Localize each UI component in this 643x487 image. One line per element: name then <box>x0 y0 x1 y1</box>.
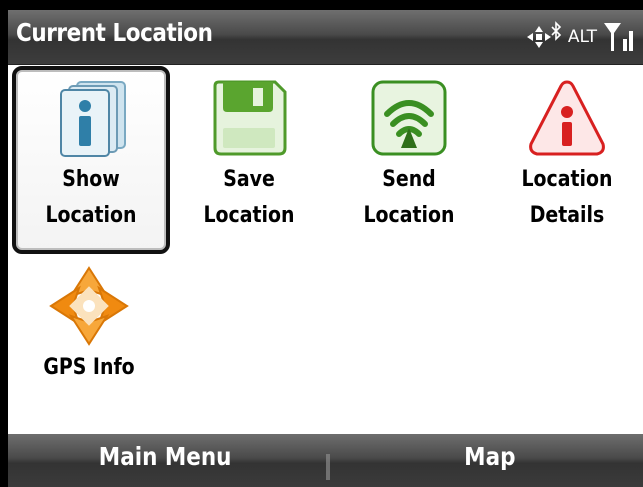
main-menu-softkey[interactable]: Main Menu <box>99 442 232 471</box>
location-actions-grid: Show Location Save Location Send Locatio… <box>8 64 643 434</box>
info-pages-icon <box>60 81 126 157</box>
broadcast-icon <box>371 80 447 156</box>
show-location-tile[interactable]: Show Location <box>12 66 170 254</box>
floppy-disk-icon <box>213 80 287 156</box>
page-title: Current Location <box>16 18 213 47</box>
signal-strength-icon <box>604 23 633 51</box>
map-softkey[interactable]: Map <box>464 442 515 471</box>
send-location-tile[interactable]: Send Location <box>334 70 484 250</box>
alt-indicator: ALT <box>567 27 597 47</box>
softkey-divider <box>326 454 330 480</box>
warning-info-icon <box>529 80 605 156</box>
gps-info-tile[interactable]: GPS Info <box>14 258 164 438</box>
status-area: ALT <box>526 18 637 56</box>
send-location-label: Send Location <box>363 167 455 228</box>
phone-screen: Current Location ALT Show Location Save … <box>8 10 643 487</box>
location-details-tile[interactable]: Location Details <box>492 70 642 250</box>
save-location-label: Save Location <box>203 167 295 228</box>
show-location-label: Show Location <box>45 167 137 228</box>
gps-arrows-icon <box>526 26 551 48</box>
gps-info-label: GPS Info <box>43 355 135 380</box>
title-bar: Current Location ALT <box>8 10 643 65</box>
save-location-tile[interactable]: Save Location <box>174 70 324 250</box>
gps-compass-icon <box>49 266 129 346</box>
location-details-label: Location Details <box>521 167 613 228</box>
bluetooth-icon <box>551 21 561 41</box>
soft-key-bar: Main Menu Map <box>8 434 643 487</box>
